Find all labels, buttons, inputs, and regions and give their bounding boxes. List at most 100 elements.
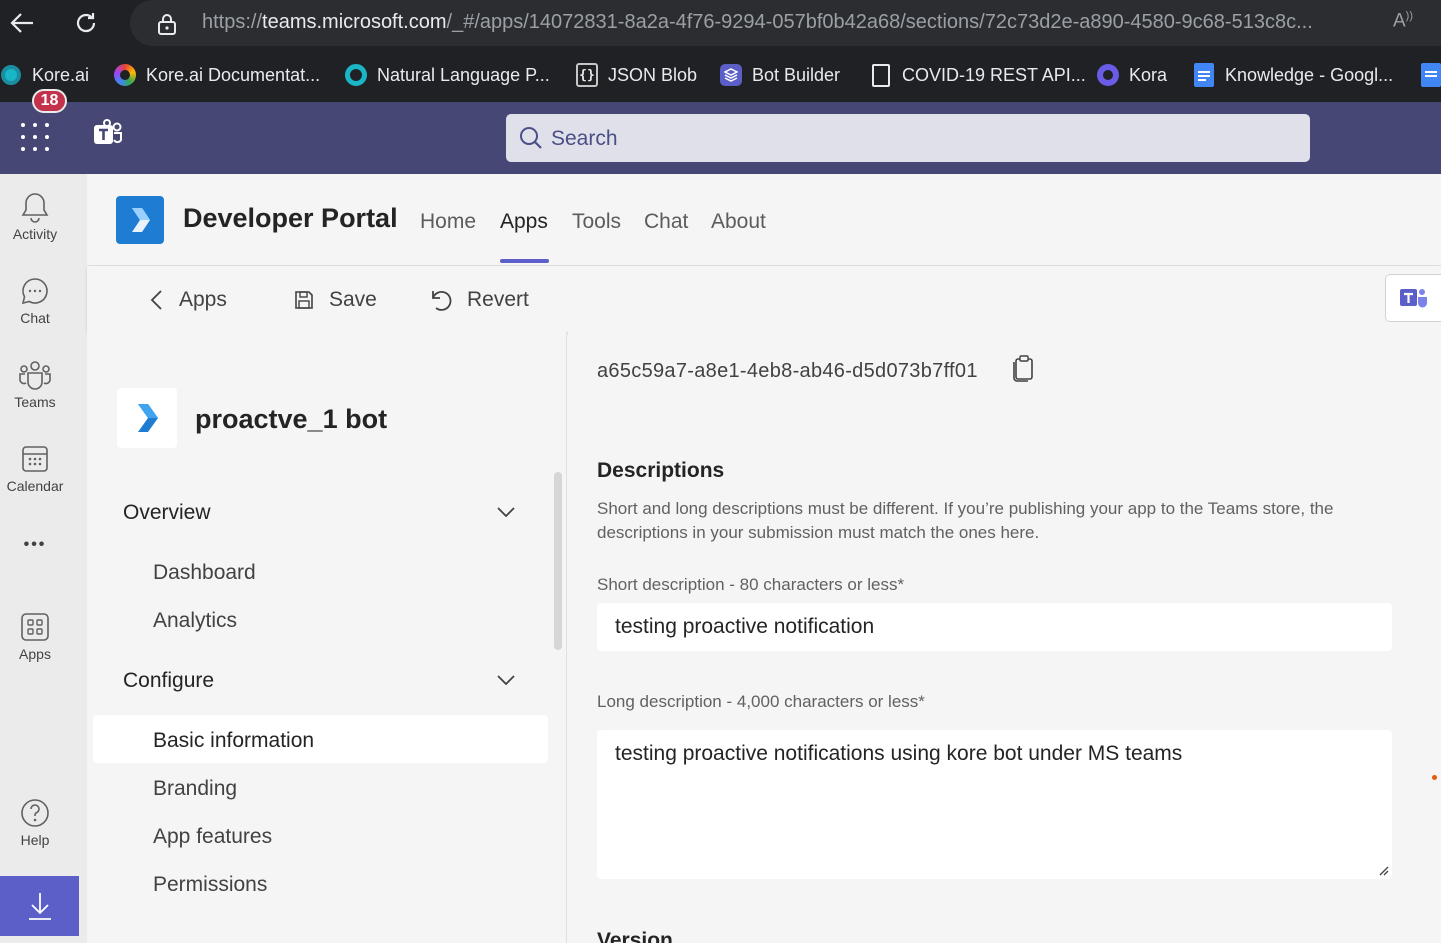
bookmark-covid-api[interactable]: COVID-19 REST API... <box>870 62 1086 88</box>
basic-information-form: a65c59a7-a8e1-4eb8-ab46-d5d073b7ff01 Des… <box>568 332 1441 943</box>
apps-icon <box>18 610 52 644</box>
long-description-textarea[interactable]: testing proactive notifications using ko… <box>597 730 1392 879</box>
reload-button[interactable] <box>66 3 106 43</box>
search-input[interactable]: Search <box>506 114 1310 162</box>
rail-label: Activity <box>12 226 58 242</box>
bookmark-label: Kore.ai <box>32 64 90 85</box>
chat-icon <box>18 274 52 308</box>
tab-apps[interactable]: Apps <box>500 210 548 234</box>
app-header: Developer Portal Home Apps Tools Chat Ab… <box>87 174 1441 266</box>
tab-about[interactable]: About <box>711 210 766 234</box>
kora-icon <box>1097 64 1119 86</box>
app-launcher-icon[interactable] <box>18 120 52 154</box>
teams-icon <box>1399 289 1427 308</box>
read-aloud-icon[interactable]: A)) <box>1393 10 1413 32</box>
download-icon <box>28 893 51 920</box>
bookmark-kore-docs[interactable]: Kore.ai Documentat... <box>114 62 320 88</box>
bookmark-label: COVID-19 REST API... <box>902 64 1086 85</box>
app-title: Developer Portal <box>183 203 398 233</box>
bot-logo-icon <box>117 388 177 448</box>
app-id-value: a65c59a7-a8e1-4eb8-ab46-d5d073b7ff01 <box>597 360 978 382</box>
bookmark-json-blob[interactable]: {} JSON Blob <box>576 62 697 88</box>
search-icon <box>518 125 544 156</box>
sidebar-item-dashboard[interactable]: Dashboard <box>153 561 256 585</box>
rail-teams[interactable]: Teams <box>0 358 70 410</box>
rail-label: Calendar <box>6 478 64 494</box>
bookmark-overflow[interactable] <box>1420 62 1441 88</box>
short-description-input[interactable]: testing proactive notification <box>597 603 1392 651</box>
bookmark-label: Kora <box>1129 64 1168 85</box>
bookmark-nlp[interactable]: Natural Language P... <box>345 62 550 88</box>
rail-apps[interactable]: Apps <box>0 610 70 662</box>
download-button[interactable] <box>0 876 79 936</box>
tab-tools[interactable]: Tools <box>572 210 621 234</box>
document-icon <box>870 63 892 87</box>
status-dot <box>1432 775 1437 780</box>
browser-address-bar: https://teams.microsoft.com/_#/apps/1407… <box>0 0 1441 46</box>
chat-unread-badge: 18 <box>32 89 67 113</box>
rail-label: Apps <box>19 646 51 662</box>
sidebar-item-branding[interactable]: Branding <box>153 777 237 801</box>
url-field[interactable]: https://teams.microsoft.com/_#/apps/1407… <box>130 0 1441 46</box>
kore-icon <box>0 64 22 86</box>
sidebar-item-permissions[interactable]: Permissions <box>153 873 267 897</box>
rail-calendar[interactable]: Calendar <box>0 442 70 494</box>
rail-help[interactable]: Help <box>0 796 70 848</box>
active-tab-indicator <box>500 259 549 263</box>
sidebar-item-basic-information[interactable]: Basic information <box>153 729 314 753</box>
back-to-apps-button[interactable]: Apps <box>149 286 227 314</box>
section-overview[interactable]: Overview <box>123 501 211 525</box>
rail-chat[interactable]: Chat <box>0 274 70 326</box>
more-apps-button[interactable]: ••• <box>0 536 70 554</box>
bookmark-kore[interactable]: Kore.ai <box>0 62 89 88</box>
bookmarks-bar: Kore.ai Kore.ai Documentat... Natural La… <box>0 46 1441 102</box>
bookmark-bot-builder[interactable]: Bot Builder <box>720 62 840 88</box>
left-rail: Activity Chat Teams Calendar ••• Apps He… <box>0 174 87 943</box>
bookmark-knowledge[interactable]: Knowledge - Googl... <box>1193 62 1393 88</box>
app-sidebar: proactve_1 bot Overview Dashboard Analyt… <box>87 332 567 943</box>
lock-icon <box>156 12 178 41</box>
back-label: Apps <box>179 288 227 311</box>
resize-grip-icon[interactable] <box>1377 864 1389 876</box>
descriptions-help-text: Short and long descriptions must be diff… <box>597 499 1334 542</box>
rail-activity[interactable]: Activity <box>0 190 70 242</box>
teams-app-button[interactable] <box>1385 274 1441 322</box>
bookmark-label: Knowledge - Googl... <box>1225 64 1394 85</box>
chevron-down-icon[interactable] <box>495 502 517 522</box>
save-label: Save <box>329 288 377 311</box>
arrow-left-icon <box>10 13 33 33</box>
bot-builder-icon <box>720 64 742 86</box>
rail-label: Teams <box>14 394 56 410</box>
copy-button[interactable] <box>1011 354 1035 387</box>
reload-icon <box>76 13 96 33</box>
save-button[interactable]: Save <box>293 286 377 314</box>
tab-chat[interactable]: Chat <box>644 210 688 234</box>
toolbar: Apps Save Revert <box>87 266 1441 332</box>
rail-label: Help <box>20 832 50 848</box>
teams-header: Search <box>0 102 1441 174</box>
bookmark-label: Natural Language P... <box>377 64 550 85</box>
bookmark-label: Bot Builder <box>752 64 841 85</box>
nlp-icon <box>345 64 367 86</box>
help-icon <box>18 796 52 830</box>
more-icon: ••• <box>23 536 47 553</box>
developer-portal-logo-icon <box>116 196 164 244</box>
sidebar-item-app-features[interactable]: App features <box>153 825 272 849</box>
back-button[interactable] <box>2 3 42 43</box>
bookmark-label: JSON Blob <box>608 64 698 85</box>
bell-icon <box>18 190 52 224</box>
bookmark-kora[interactable]: Kora <box>1097 62 1167 88</box>
tab-home[interactable]: Home <box>420 210 476 234</box>
chevron-down-icon[interactable] <box>495 670 517 690</box>
copy-icon <box>1013 355 1033 382</box>
calendar-icon <box>18 442 52 476</box>
revert-button[interactable]: Revert <box>429 286 529 314</box>
section-configure[interactable]: Configure <box>123 669 214 693</box>
google-doc-icon <box>1193 63 1215 87</box>
kore-docs-icon <box>114 64 136 86</box>
version-heading: Version <box>597 929 673 943</box>
sidebar-item-analytics[interactable]: Analytics <box>153 609 237 633</box>
bookmark-label: Kore.ai Documentat... <box>146 64 321 85</box>
sidebar-scrollbar[interactable] <box>554 472 562 650</box>
rail-label: Chat <box>20 310 50 326</box>
